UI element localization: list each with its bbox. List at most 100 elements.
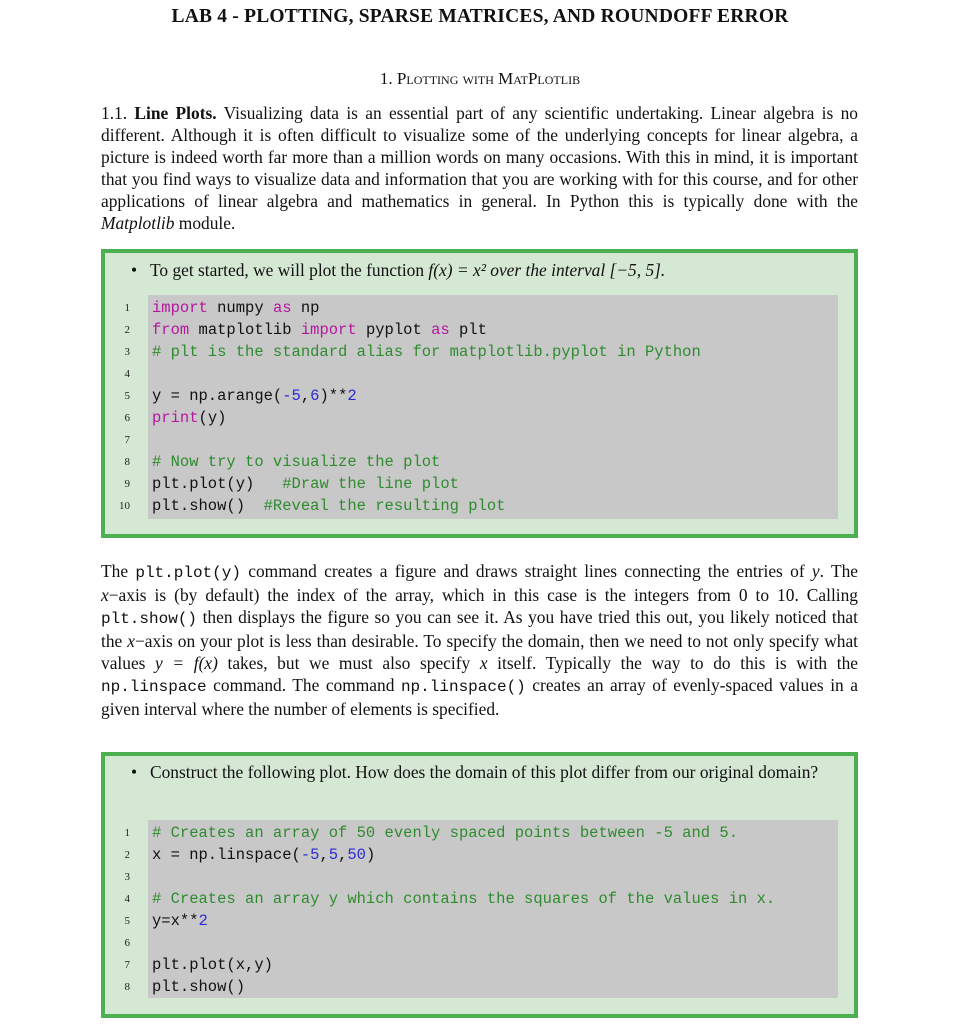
code-token: plt.plot(x,y) — [152, 956, 273, 974]
code-comment: # Creates an array y which contains the … — [152, 890, 776, 908]
code-line: 6 print(y) — [125, 407, 838, 429]
code-token: )** — [319, 387, 348, 405]
line-number: 1 — [124, 827, 131, 839]
exercise-instruction: Construct the following plot. How does t… — [150, 762, 819, 782]
intro-text-end: module. — [178, 213, 236, 233]
code-text: # Creates an array y which contains the … — [152, 888, 775, 910]
inline-code: np.linspace() — [400, 678, 526, 696]
code-text: y = np.arange(-5,6)**2 — [152, 385, 357, 407]
line-number: 1 — [124, 302, 131, 314]
line-number: 8 — [124, 456, 131, 468]
line-number: 3 — [124, 346, 131, 358]
code-comment: #Draw the line plot — [282, 475, 459, 493]
code-text: print(y) — [152, 407, 226, 429]
code-token: ) — [365, 846, 376, 864]
code-keyword: import — [300, 321, 357, 339]
paragraph-text: −axis is (by default) the index of the a… — [108, 585, 858, 605]
code-keyword: print — [152, 409, 199, 427]
code-number: 2 — [347, 387, 357, 405]
paragraph-text: . The — [819, 561, 859, 581]
line-number: 7 — [124, 959, 131, 971]
code-token: plt — [449, 321, 487, 339]
line-number: 4 — [124, 893, 131, 905]
code-token: matplotlib — [189, 321, 301, 339]
line-number: 3 — [124, 871, 131, 883]
inline-code: plt.plot(y) — [135, 564, 241, 582]
paragraph-text: command. The command — [206, 675, 401, 695]
code-text: import numpy as np — [152, 297, 319, 319]
code-text: plt.plot(x,y) — [152, 954, 273, 976]
line-number: 7 — [124, 434, 131, 446]
code-line: 5 y = np.arange(-5,6)**2 — [125, 385, 838, 407]
code-comment: #Reveal the resulting plot — [263, 497, 506, 515]
code-line: 3 — [125, 866, 838, 888]
code-listing-2: 1 # Creates an array of 50 evenly spaced … — [125, 820, 838, 998]
code-line: 7 plt.plot(x,y) — [125, 954, 838, 976]
math-variable: x — [479, 653, 488, 673]
code-token: np — [291, 299, 320, 317]
code-keyword: from — [152, 321, 190, 339]
section-heading: 1. Plotting with MatPlotlib — [0, 69, 960, 89]
code-token: x = np.linspace( — [152, 846, 301, 864]
math-variable: x — [101, 585, 109, 605]
code-number: 5 — [328, 846, 339, 864]
code-number: 50 — [347, 846, 366, 864]
code-text: y=x**2 — [152, 910, 208, 932]
paragraph-text: The — [101, 561, 136, 581]
code-line: 8 plt.show() — [125, 976, 838, 998]
instruction-text: To get started, we will plot the functio… — [150, 260, 429, 280]
line-number: 10 — [119, 500, 130, 512]
code-line: 10 plt.show() #Reveal the resulting plot — [119, 495, 838, 517]
line-number: 2 — [124, 324, 131, 336]
line-number: 8 — [124, 981, 131, 993]
math-variable: y = f(x) — [155, 653, 218, 673]
document-title: LAB 4 - PLOTTING, SPARSE MATRICES, AND R… — [171, 6, 789, 27]
code-token: plt.show() — [152, 978, 246, 996]
code-listing-1: 1 import numpy as np 2 from matplotlib impo… — [119, 295, 838, 519]
code-token: pyplot — [356, 321, 432, 339]
code-line: 8 # Now try to visualize the plot — [125, 451, 838, 473]
line-number: 6 — [124, 937, 131, 949]
math-variable: y — [811, 561, 820, 581]
bullet-icon: • — [131, 260, 138, 280]
code-line: 4 — [125, 363, 838, 385]
exercise-bullet: • Construct the following plot. How does… — [131, 761, 831, 783]
math-variable: x — [127, 631, 135, 651]
code-line: 2x = np.linspace(-5,5,50) — [125, 844, 838, 866]
code-text: plt.show() — [152, 976, 245, 998]
paragraph-text: command creates a figure and draws strai… — [240, 561, 812, 581]
section-number: 1. — [379, 69, 393, 88]
inline-code: np.linspace — [101, 678, 207, 696]
bullet-icon: • — [131, 762, 138, 782]
code-line: 2 from matplotlib import pyplot as plt — [125, 319, 838, 341]
code-token: (y) — [198, 409, 227, 427]
exercise-instruction: To get started, we will plot the functio… — [150, 259, 831, 281]
line-number: 5 — [124, 915, 131, 927]
code-line: 9 plt.plot(y) #Draw the line plot — [125, 473, 838, 495]
code-comment: # Now try to visualize the plot — [152, 453, 441, 471]
code-comment: # plt is the standard alias for matplotl… — [152, 343, 701, 361]
explanation-paragraph: The plt.plot(y) command creates a figure… — [101, 560, 858, 720]
code-text: # Now try to visualize the plot — [152, 451, 440, 473]
code-keyword: as — [431, 321, 450, 339]
code-keyword: as — [272, 299, 292, 317]
inline-code: plt.show() — [101, 610, 198, 628]
subsection-number: 1.1. — [101, 103, 128, 123]
exercise-bullet: • To get started, we will plot the funct… — [131, 259, 831, 281]
code-line: 3 # plt is the standard alias for matplot… — [125, 341, 838, 363]
paragraph-text: takes, but we must also specify — [217, 653, 480, 673]
code-token: y = np.arange( — [152, 387, 283, 405]
code-text: from matplotlib import pyplot as plt — [152, 319, 487, 341]
code-number: -5 — [282, 387, 301, 405]
line-number: 9 — [124, 478, 131, 490]
line-number: 2 — [124, 849, 131, 861]
code-line: 7 — [125, 429, 838, 451]
code-text: # plt is the standard alias for matplotl… — [152, 341, 701, 363]
matplotlib-emphasis: Matplotlib — [101, 213, 175, 233]
code-text: plt.plot(y) #Draw the line plot — [152, 473, 459, 495]
code-number: 2 — [198, 912, 208, 930]
exercise-box-2: • Construct the following plot. How does… — [101, 752, 858, 1018]
code-text: plt.show() #Reveal the resulting plot — [152, 495, 505, 517]
code-token: plt.show() — [152, 497, 264, 515]
line-number: 4 — [124, 368, 131, 380]
